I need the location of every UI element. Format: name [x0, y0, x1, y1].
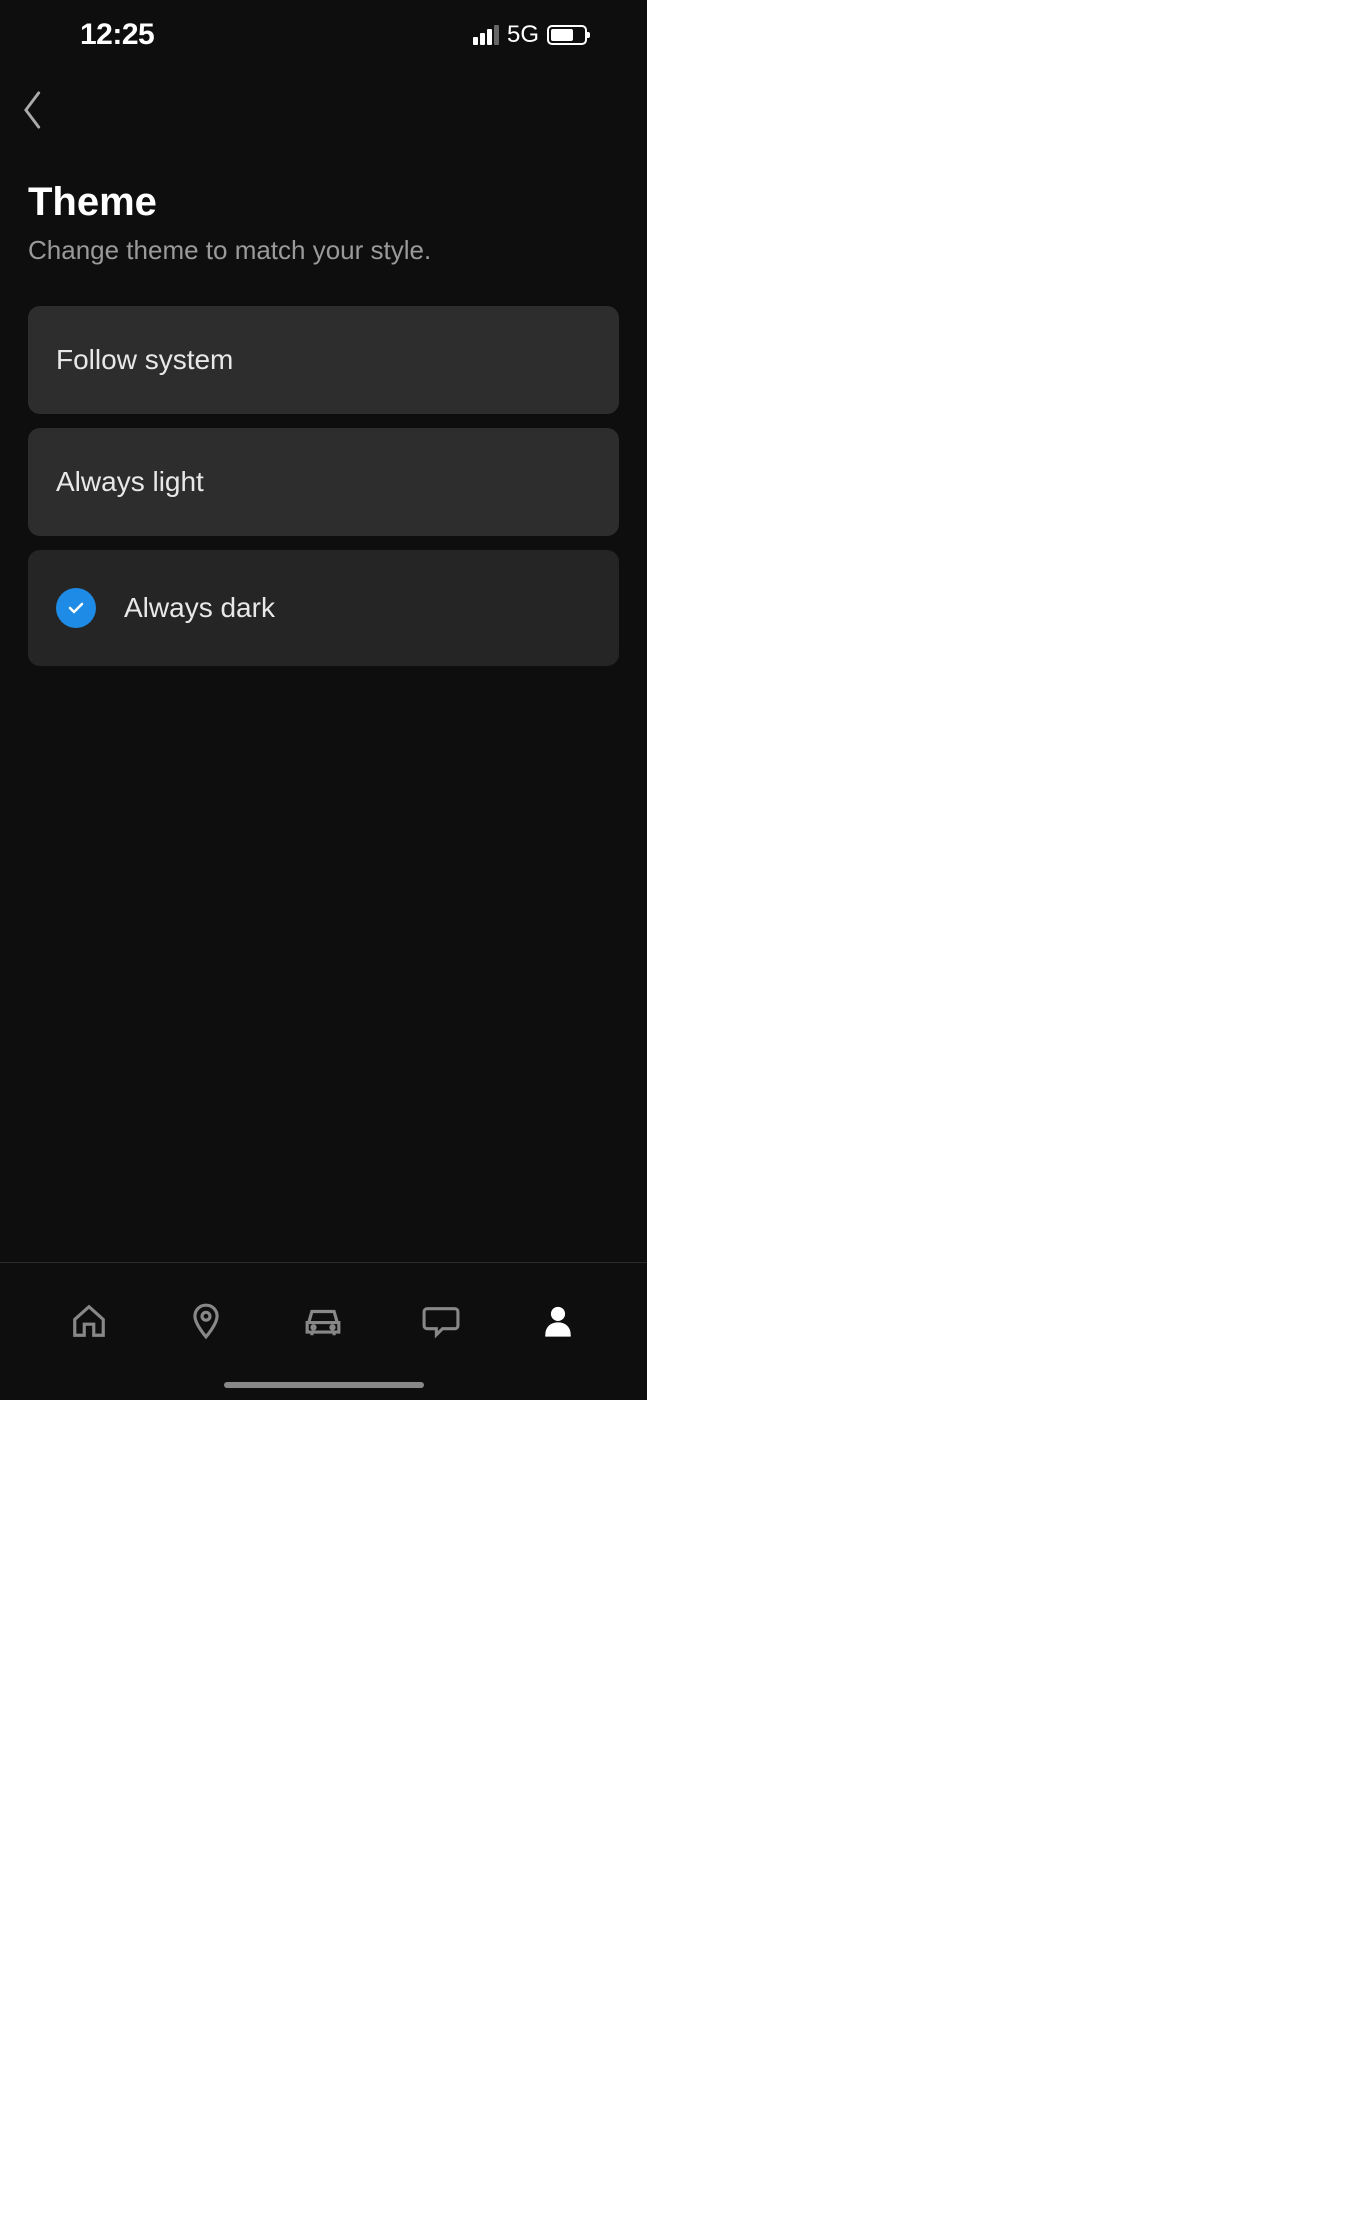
status-bar: 12:25 5G — [0, 0, 647, 60]
network-type: 5G — [507, 21, 539, 49]
nav-home[interactable] — [64, 1296, 114, 1346]
home-indicator[interactable] — [224, 1382, 424, 1388]
back-button[interactable] — [20, 90, 60, 130]
options-list: Follow system Always light Always dark — [0, 306, 647, 666]
page-subtitle: Change theme to match your style. — [0, 235, 647, 306]
home-icon — [70, 1302, 108, 1340]
battery-icon — [547, 25, 587, 45]
option-always-light[interactable]: Always light — [28, 428, 619, 536]
nav-car[interactable] — [298, 1296, 348, 1346]
person-icon — [541, 1302, 575, 1340]
nav-profile[interactable] — [533, 1296, 583, 1346]
option-always-dark[interactable]: Always dark — [28, 550, 619, 666]
option-label: Always dark — [124, 592, 275, 624]
status-time: 12:25 — [80, 18, 154, 52]
status-right: 5G — [473, 21, 587, 49]
chat-icon — [421, 1302, 461, 1340]
bottom-nav — [0, 1262, 647, 1400]
phone-frame: 12:25 5G Theme Change theme to match you… — [0, 0, 647, 1400]
option-follow-system[interactable]: Follow system — [28, 306, 619, 414]
header — [0, 60, 647, 130]
nav-location[interactable] — [181, 1296, 231, 1346]
signal-bars-icon — [473, 25, 499, 45]
nav-chat[interactable] — [416, 1296, 466, 1346]
check-icon — [56, 588, 96, 628]
option-label: Follow system — [56, 344, 233, 376]
car-icon — [302, 1302, 344, 1340]
chevron-left-icon — [20, 90, 46, 130]
option-label: Always light — [56, 466, 204, 498]
pin-icon — [187, 1302, 225, 1340]
page-title: Theme — [0, 130, 647, 235]
